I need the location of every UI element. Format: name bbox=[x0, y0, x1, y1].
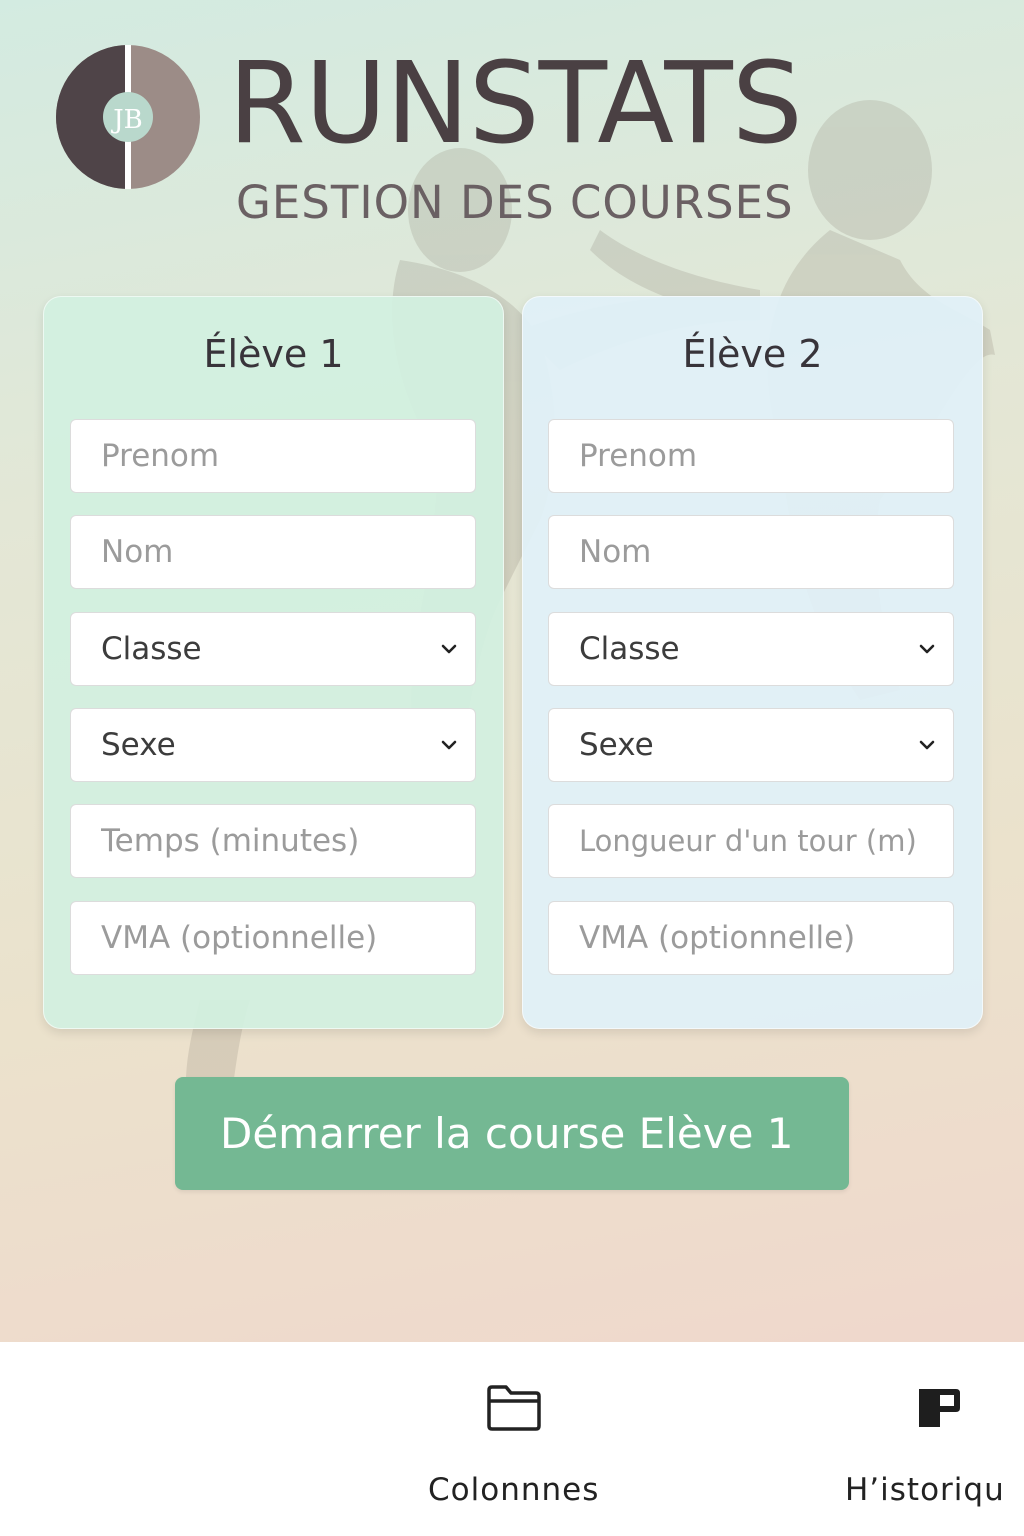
chevron-down-icon bbox=[441, 644, 457, 654]
eleve1-prenom-input[interactable] bbox=[70, 419, 476, 493]
eleve2-prenom-input[interactable] bbox=[548, 419, 954, 493]
nav-label-historique[interactable]: H’istoriqu bbox=[845, 1472, 1024, 1508]
eleve2-sexe-label: Sexe bbox=[579, 727, 654, 763]
app-logo: JB bbox=[56, 45, 200, 189]
app-subtitle: GESTION DES COURSES bbox=[236, 176, 794, 229]
eleve1-temps-input[interactable] bbox=[70, 804, 476, 878]
start-race-button[interactable]: Démarrer la course Elève 1 bbox=[175, 1077, 849, 1190]
eleve1-sexe-label: Sexe bbox=[101, 727, 176, 763]
eleve2-classe-label: Classe bbox=[579, 631, 680, 667]
eleve1-classe-label: Classe bbox=[101, 631, 202, 667]
history-icon[interactable] bbox=[916, 1386, 962, 1430]
nav-label-colonnnes[interactable]: Colonnnes bbox=[428, 1472, 599, 1508]
eleve1-vma-input[interactable] bbox=[70, 901, 476, 975]
chevron-down-icon bbox=[919, 644, 935, 654]
eleve1-title: Élève 1 bbox=[203, 332, 344, 376]
app-title: RUNSTATS bbox=[228, 39, 803, 169]
eleve2-nom-input[interactable] bbox=[548, 515, 954, 589]
eleve2-longueur-input[interactable] bbox=[548, 804, 954, 878]
eleve1-nom-input[interactable] bbox=[70, 515, 476, 589]
chevron-down-icon bbox=[919, 740, 935, 750]
eleve2-title: Élève 2 bbox=[682, 332, 823, 376]
eleve1-sexe-select[interactable]: Sexe bbox=[70, 708, 476, 782]
eleve2-sexe-select[interactable]: Sexe bbox=[548, 708, 954, 782]
logo-initials: JB bbox=[110, 105, 143, 135]
bottom-nav: Colonnnes H’istoriqu bbox=[0, 1342, 1024, 1536]
folder-icon[interactable] bbox=[486, 1384, 542, 1432]
eleve2-classe-select[interactable]: Classe bbox=[548, 612, 954, 686]
eleve2-vma-input[interactable] bbox=[548, 901, 954, 975]
chevron-down-icon bbox=[441, 740, 457, 750]
eleve1-classe-select[interactable]: Classe bbox=[70, 612, 476, 686]
